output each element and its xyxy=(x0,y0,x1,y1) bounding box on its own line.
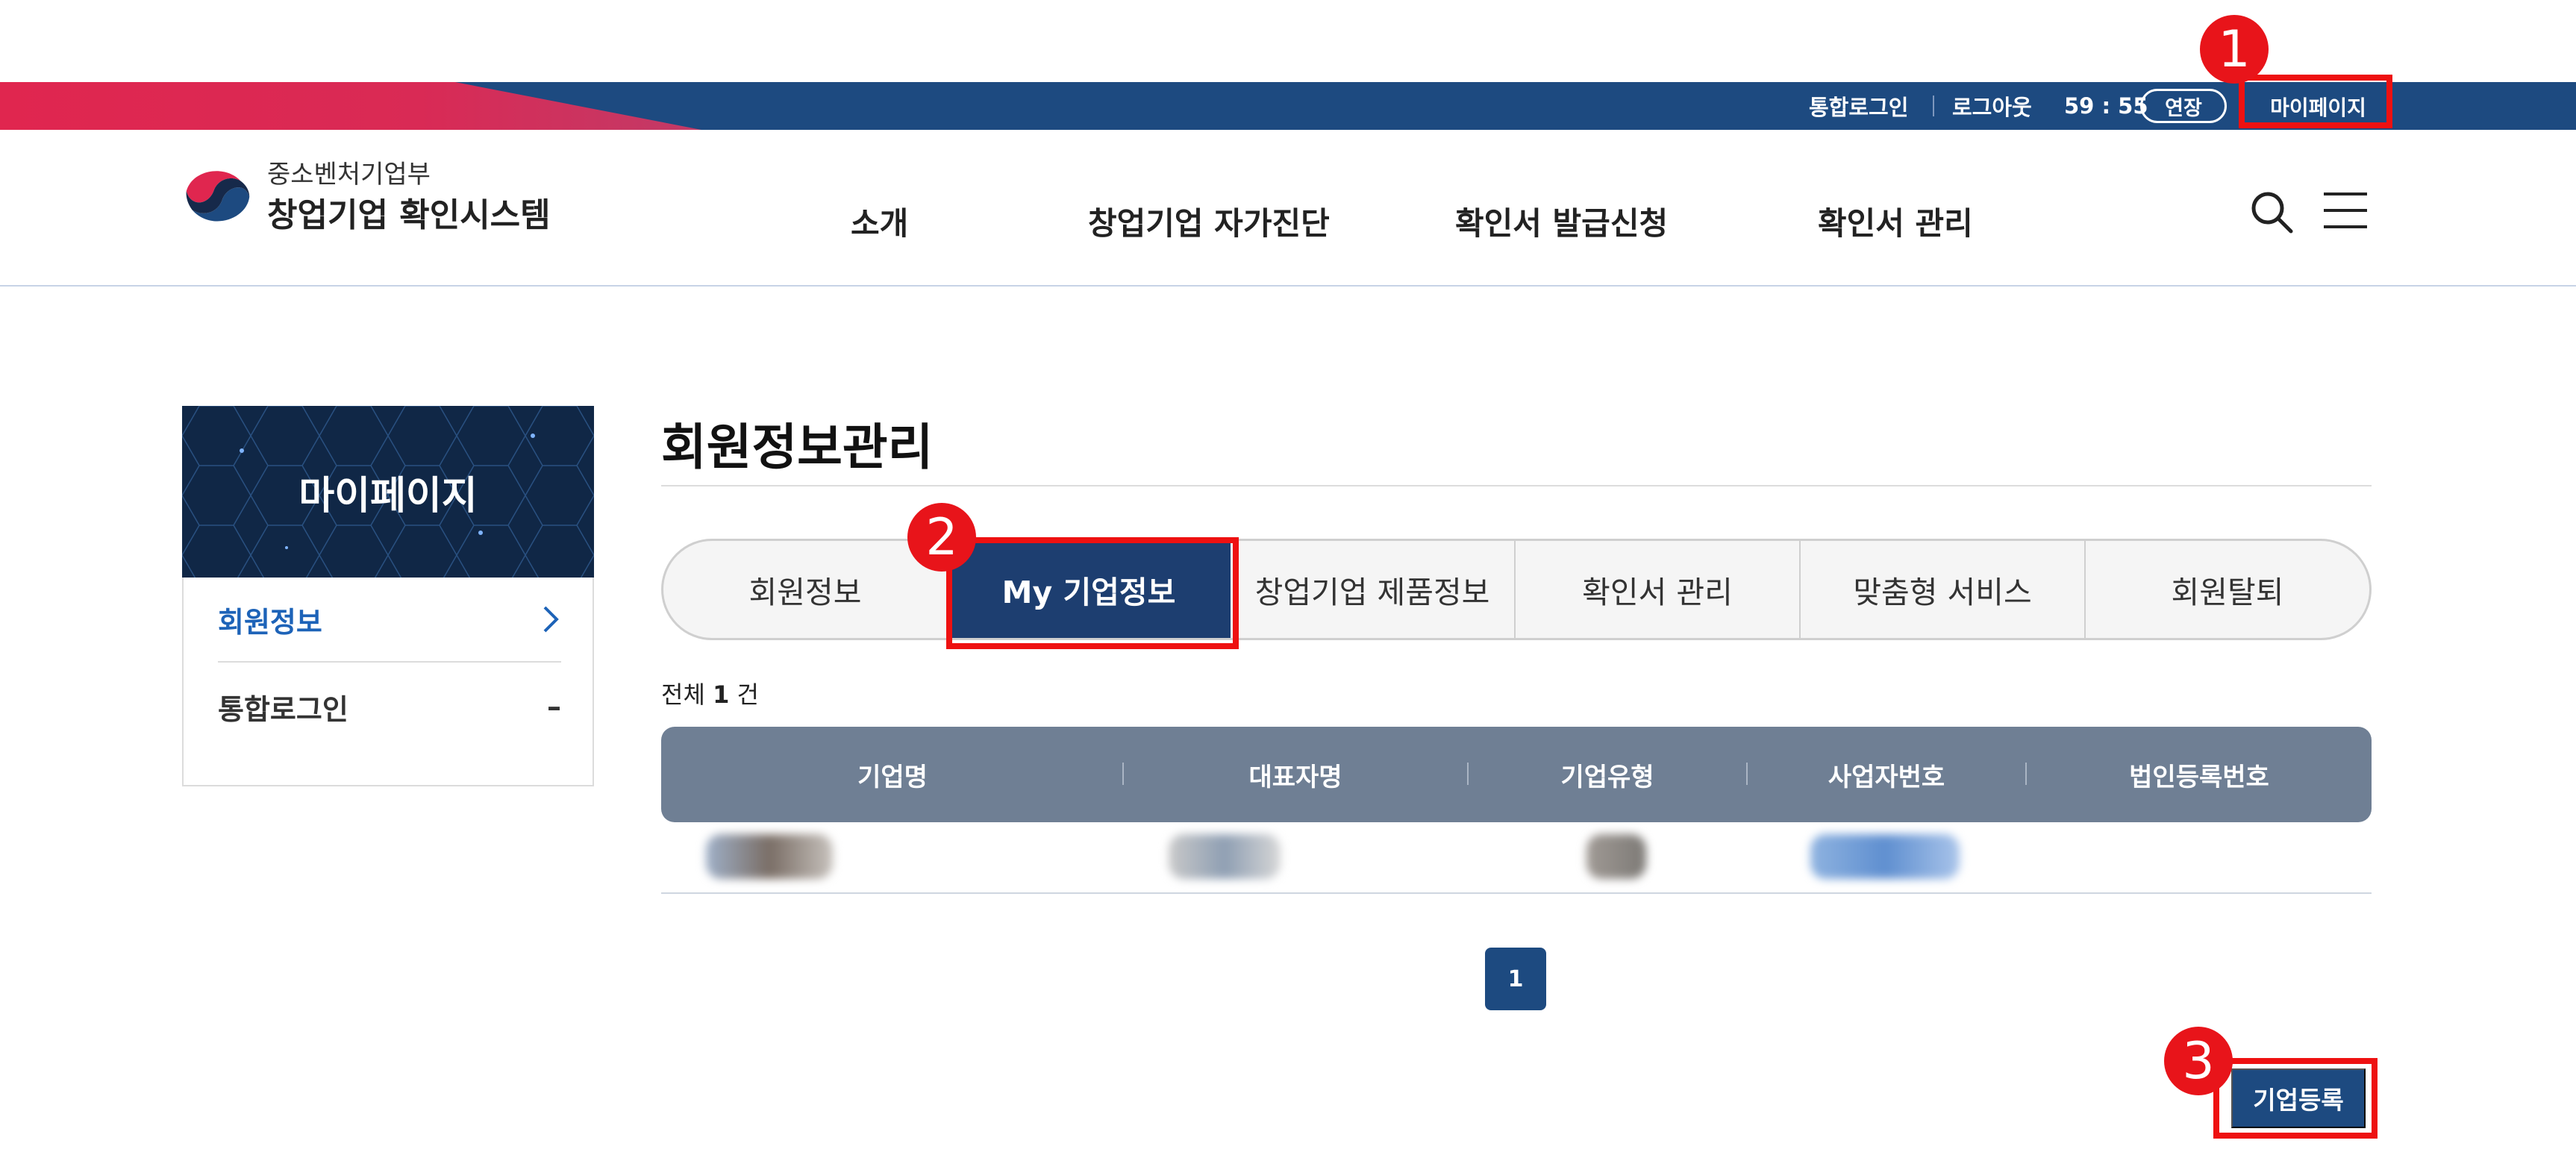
gnb-certificate-management[interactable]: 확인서 관리 xyxy=(1818,198,1973,244)
tab-withdraw[interactable]: 회원탈퇴 xyxy=(2084,541,2369,638)
side-menu: 마이페이지 회원정보 통합로그인 – xyxy=(182,406,594,786)
column-header-company-name: 기업명 xyxy=(857,762,928,792)
logout-link[interactable]: 로그아웃 xyxy=(1952,82,2032,130)
search-icon[interactable] xyxy=(2248,188,2295,236)
page: 통합로그인 로그아웃 59 : 55 연장 마이페이지 중소벤처기업부 창업기업… xyxy=(0,0,2576,1158)
total-count-suffix: 건 xyxy=(737,680,759,709)
column-header-representative: 대표자명 xyxy=(1248,762,1342,792)
total-count: 전체 1 건 xyxy=(661,676,759,710)
step-marker-3: 3 xyxy=(2164,1027,2233,1095)
session-timer: 59 : 55 xyxy=(2064,93,2148,119)
redacted-cell xyxy=(1169,834,1281,879)
column-header-corporate-number: 법인등록번호 xyxy=(2129,762,2269,792)
redacted-cell xyxy=(1810,834,1960,879)
side-menu-header: 마이페이지 xyxy=(182,406,594,578)
column-header-business-number: 사업자번호 xyxy=(1828,762,1945,792)
ministry-name: 중소벤처기업부 xyxy=(267,160,431,190)
side-menu-item-integrated-login[interactable]: 통합로그인 – xyxy=(218,664,561,749)
gnb-certificate-application[interactable]: 확인서 발급신청 xyxy=(1455,198,1668,244)
total-count-value: 1 xyxy=(713,680,730,709)
column-header-company-type: 기업유형 xyxy=(1560,762,1654,792)
integrated-login-link[interactable]: 통합로그인 xyxy=(1809,82,1908,130)
redacted-cell xyxy=(1586,834,1646,879)
tab-my-company-info[interactable]: My 기업정보 xyxy=(947,541,1231,638)
collapse-indicator: – xyxy=(547,690,561,723)
title-divider xyxy=(661,485,2372,486)
redacted-cell xyxy=(706,834,833,879)
side-menu-item-member-info[interactable]: 회원정보 xyxy=(218,578,561,663)
chevron-right-icon xyxy=(543,606,559,633)
utility-divider xyxy=(1933,96,1934,116)
side-menu-title: 마이페이지 xyxy=(298,473,478,519)
side-menu-item-label: 통합로그인 xyxy=(218,692,348,726)
brand-stripe xyxy=(0,82,701,130)
extend-session-button[interactable]: 연장 xyxy=(2140,89,2227,123)
mypage-link[interactable]: 마이페이지 xyxy=(2245,88,2391,125)
side-menu-list: 회원정보 통합로그인 – xyxy=(182,578,594,786)
gnb-intro[interactable]: 소개 xyxy=(851,198,908,244)
total-count-prefix: 전체 xyxy=(661,680,705,709)
system-name[interactable]: 창업기업 확인시스템 xyxy=(267,188,551,236)
taegeuk-logo-icon[interactable] xyxy=(182,160,254,231)
table-header: 기업명 대표자명 기업유형 사업자번호 법인등록번호 xyxy=(661,727,2372,822)
company-register-button[interactable]: 기업등록 xyxy=(2231,1068,2366,1128)
pagination-page-1[interactable]: 1 xyxy=(1485,948,1546,1010)
tab-member-info[interactable]: 회원정보 xyxy=(663,541,947,638)
utility-bar: 통합로그인 로그아웃 59 : 55 연장 마이페이지 xyxy=(0,82,2576,130)
tab-product-info[interactable]: 창업기업 제품정보 xyxy=(1231,541,1514,638)
step-marker-2: 2 xyxy=(907,503,976,572)
step-marker-1: 1 xyxy=(2200,15,2269,84)
page-title: 회원정보관리 xyxy=(661,419,934,476)
side-menu-item-label: 회원정보 xyxy=(218,605,322,639)
menu-icon[interactable] xyxy=(2322,190,2369,231)
table-row[interactable] xyxy=(661,822,2372,894)
site-header: 중소벤처기업부 창업기업 확인시스템 소개 창업기업 자가진단 확인서 발급신청… xyxy=(0,130,2576,287)
gnb-self-diagnosis[interactable]: 창업기업 자가진단 xyxy=(1088,198,1330,244)
tab-certificate-management[interactable]: 확인서 관리 xyxy=(1514,541,1799,638)
tab-custom-service[interactable]: 맞춤형 서비스 xyxy=(1799,541,2084,638)
